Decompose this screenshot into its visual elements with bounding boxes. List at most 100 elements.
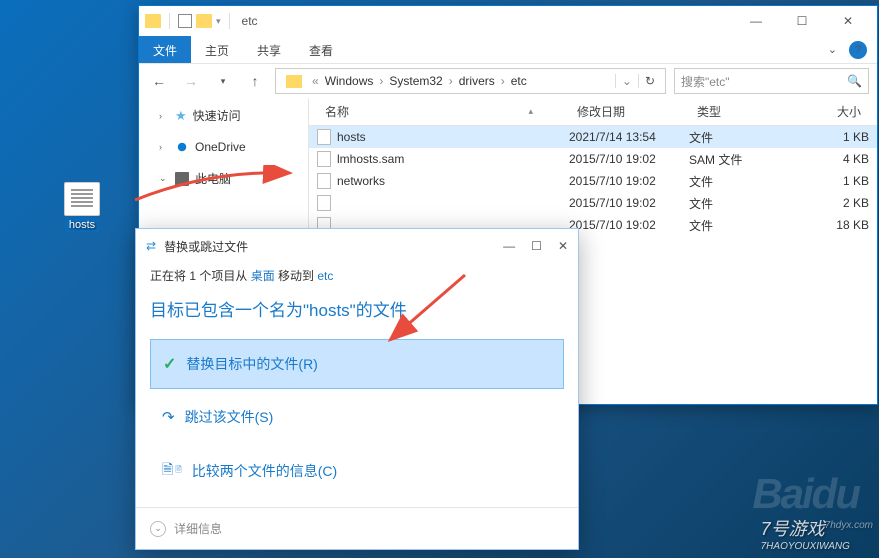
replace-skip-dialog: ⇄ 替换或跳过文件 — ☐ ✕ 正在将 1 个项目从 桌面 移动到 etc 目标… xyxy=(135,228,579,550)
option-label: 比较两个文件的信息(C) xyxy=(192,461,337,481)
file-date: 2015/7/10 19:02 xyxy=(569,218,689,232)
minimize-button[interactable]: — xyxy=(733,6,779,36)
expand-details-icon[interactable]: ⌄ xyxy=(150,521,166,537)
help-icon[interactable]: ? xyxy=(849,41,867,59)
file-type: 文件 xyxy=(689,217,809,234)
separator xyxy=(229,13,230,29)
move-icon: ⇄ xyxy=(146,239,156,253)
file-date: 2015/7/10 19:02 xyxy=(569,174,689,188)
expand-icon: › xyxy=(159,111,169,121)
desktop-file-icon[interactable]: hosts xyxy=(52,182,112,232)
check-icon: ✓ xyxy=(163,354,176,374)
skip-icon: ↷ xyxy=(162,408,175,426)
col-header-date[interactable]: 修改日期 xyxy=(569,103,689,120)
folder-icon xyxy=(286,75,302,88)
titlebar: ▾ etc — ☐ ✕ xyxy=(139,6,877,36)
file-name: lmhosts.sam xyxy=(337,152,404,166)
forward-button[interactable]: → xyxy=(179,69,203,93)
folder-icon xyxy=(196,14,212,28)
col-header-type[interactable]: 类型 xyxy=(689,103,809,120)
source-link[interactable]: 桌面 xyxy=(251,269,275,283)
minimize-button[interactable]: — xyxy=(503,239,515,253)
dialog-controls: — ☐ ✕ xyxy=(503,239,568,253)
search-icon: 🔍 xyxy=(847,74,862,88)
file-date: 2015/7/10 19:02 xyxy=(569,196,689,210)
checkbox-icon[interactable] xyxy=(178,14,192,28)
file-icon xyxy=(64,182,100,216)
breadcrumb-path[interactable]: « Windows › System32 › drivers › etc ⌄ ↻ xyxy=(275,68,666,94)
col-header-size[interactable]: 大小 xyxy=(809,103,869,120)
window-controls: — ☐ ✕ xyxy=(733,6,871,36)
pc-icon xyxy=(175,172,189,186)
option-compare[interactable]: 🗎🗎 比较两个文件的信息(C) xyxy=(150,445,564,497)
path-dropdown-icon[interactable]: ⌄ xyxy=(615,74,638,88)
sidebar-item-onedrive[interactable]: › OneDrive xyxy=(139,137,308,157)
col-header-name[interactable]: 名称▴ xyxy=(309,103,569,120)
file-icon xyxy=(317,195,331,211)
file-size: 18 KB xyxy=(809,218,869,232)
ribbon-tabs: 文件 主页 共享 查看 ⌄ ? xyxy=(139,36,877,64)
folder-icon xyxy=(145,14,161,28)
file-type: 文件 xyxy=(689,173,809,190)
file-row[interactable]: hosts 2021/7/14 13:54文件1 KB xyxy=(309,126,877,148)
file-row[interactable]: 2015/7/10 19:02文件2 KB xyxy=(309,192,877,214)
maximize-button[interactable]: ☐ xyxy=(531,239,542,253)
crumb[interactable]: drivers xyxy=(457,74,497,88)
tab-home[interactable]: 主页 xyxy=(191,36,243,63)
file-date: 2021/7/14 13:54 xyxy=(569,130,689,144)
up-button[interactable]: ↑ xyxy=(243,69,267,93)
dialog-footer: ⌄ 详细信息 xyxy=(136,507,578,549)
address-bar: ← → ▾ ↑ « Windows › System32 › drivers ›… xyxy=(139,64,877,98)
desktop-icon-label: hosts xyxy=(65,218,99,232)
column-headers: 名称▴ 修改日期 类型 大小 xyxy=(309,98,877,126)
dialog-titlebar: ⇄ 替换或跳过文件 — ☐ ✕ xyxy=(136,229,578,263)
dest-link[interactable]: etc xyxy=(317,269,333,283)
maximize-button[interactable]: ☐ xyxy=(779,6,825,36)
details-label[interactable]: 详细信息 xyxy=(174,520,222,537)
file-size: 4 KB xyxy=(809,152,869,166)
search-box[interactable]: 搜索"etc" 🔍 xyxy=(674,68,869,94)
option-label: 替换目标中的文件(R) xyxy=(186,354,317,374)
refresh-icon[interactable]: ↻ xyxy=(638,74,661,88)
watermark: 7号游戏7hdyx.com 7HAOYOUXIWANG xyxy=(761,515,873,552)
file-type: SAM 文件 xyxy=(689,151,809,168)
chevron-right-icon: « xyxy=(308,74,323,88)
chevron-right-icon: › xyxy=(375,74,387,88)
crumb[interactable]: etc xyxy=(509,74,529,88)
crumb[interactable]: Windows xyxy=(323,74,376,88)
option-skip[interactable]: ↷ 跳过该文件(S) xyxy=(150,393,564,441)
sidebar-label: 此电脑 xyxy=(195,170,231,187)
ribbon-expand: ⌄ ? xyxy=(828,36,877,63)
tab-file[interactable]: 文件 xyxy=(139,36,191,63)
sidebar-item-pc[interactable]: ⌄ 此电脑 xyxy=(139,167,308,190)
file-icon xyxy=(317,173,331,189)
tab-share[interactable]: 共享 xyxy=(243,36,295,63)
close-button[interactable]: ✕ xyxy=(558,239,568,253)
file-size: 1 KB xyxy=(809,174,869,188)
chevron-right-icon: › xyxy=(445,74,457,88)
sidebar-item-quick[interactable]: › ★ 快速访问 xyxy=(139,104,308,127)
tab-view[interactable]: 查看 xyxy=(295,36,347,63)
history-dropdown[interactable]: ▾ xyxy=(211,69,235,93)
onedrive-icon xyxy=(175,140,189,154)
window-title: etc xyxy=(242,14,258,28)
expand-icon: › xyxy=(159,142,169,152)
back-button[interactable]: ← xyxy=(147,69,171,93)
sidebar-label: 快速访问 xyxy=(193,107,241,124)
file-row[interactable]: lmhosts.sam 2015/7/10 19:02SAM 文件4 KB xyxy=(309,148,877,170)
close-button[interactable]: ✕ xyxy=(825,6,871,36)
file-name: hosts xyxy=(337,130,366,144)
dropdown-icon[interactable]: ▾ xyxy=(216,16,221,27)
file-size: 1 KB xyxy=(809,130,869,144)
file-icon xyxy=(317,129,331,145)
chevron-down-icon[interactable]: ⌄ xyxy=(828,43,837,56)
quick-access-toolbar: ▾ xyxy=(145,13,234,29)
crumb[interactable]: System32 xyxy=(387,74,444,88)
file-date: 2015/7/10 19:02 xyxy=(569,152,689,166)
chevron-right-icon: › xyxy=(497,74,509,88)
file-type: 文件 xyxy=(689,129,809,146)
compare-icon: 🗎🗎 xyxy=(162,459,182,483)
file-name: networks xyxy=(337,174,385,188)
file-row[interactable]: networks 2015/7/10 19:02文件1 KB xyxy=(309,170,877,192)
option-replace[interactable]: ✓ 替换目标中的文件(R) xyxy=(150,339,564,389)
